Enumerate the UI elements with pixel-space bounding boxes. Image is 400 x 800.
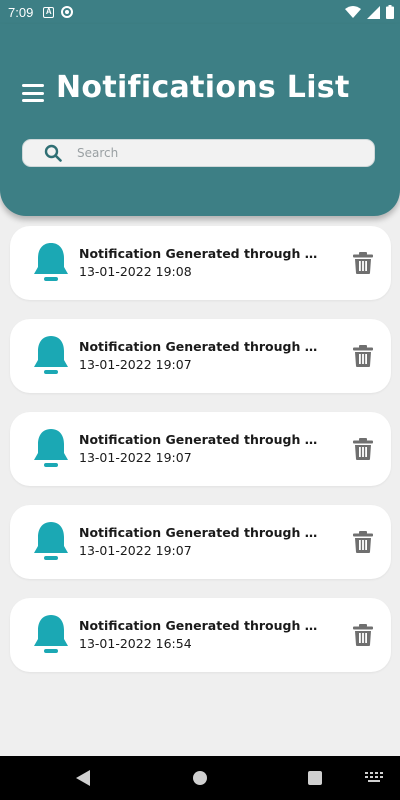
bell-icon — [34, 522, 68, 560]
search-input[interactable] — [77, 146, 347, 160]
bell-icon — [34, 429, 68, 467]
notification-card[interactable]: Notification Generated through Devic… 13… — [10, 505, 391, 579]
notification-time: 13-01-2022 19:07 — [79, 543, 192, 558]
notification-time: 13-01-2022 19:07 — [79, 357, 192, 372]
notification-title: Notification Generated through Devic… — [79, 246, 325, 261]
trash-icon[interactable] — [353, 345, 373, 367]
signal-icon — [367, 5, 380, 19]
wifi-icon — [345, 5, 361, 18]
search-icon — [43, 143, 63, 163]
notification-title: Notification Generated through Devic… — [79, 339, 325, 354]
menu-icon[interactable] — [22, 84, 44, 102]
keyboard-icon[interactable] — [365, 772, 383, 784]
notification-list: Notification Generated through Devic… 13… — [10, 226, 391, 691]
a-notification-icon: A — [43, 6, 55, 18]
bell-icon — [34, 243, 68, 281]
notification-card[interactable]: Notification Generated through Devic… 13… — [10, 412, 391, 486]
back-icon[interactable] — [76, 770, 90, 786]
page-title: Notifications List — [56, 70, 350, 105]
bell-icon — [34, 615, 68, 653]
trash-icon[interactable] — [353, 531, 373, 553]
search-bar[interactable] — [22, 139, 375, 167]
status-right-icons — [345, 5, 394, 19]
status-left-icons: A — [43, 6, 74, 18]
trash-icon[interactable] — [353, 252, 373, 274]
notification-time: 13-01-2022 19:08 — [79, 264, 192, 279]
notification-title: Notification Generated through Devic… — [79, 432, 325, 447]
home-icon[interactable] — [193, 771, 207, 785]
notification-title: Notification Generated through Devic… — [79, 525, 325, 540]
notification-card[interactable]: Notification Generated through Devic… 13… — [10, 319, 391, 393]
status-time: 7:09 — [8, 4, 34, 20]
navigation-bar — [0, 756, 400, 800]
battery-icon — [386, 5, 394, 19]
bell-icon — [34, 336, 68, 374]
notification-card[interactable]: Notification Generated through Devic… 13… — [10, 226, 391, 300]
notification-time: 13-01-2022 19:07 — [79, 450, 192, 465]
notification-card[interactable]: Notification Generated through Devic… 13… — [10, 598, 391, 672]
status-bar: 7:09 A — [0, 0, 400, 24]
trash-icon[interactable] — [353, 438, 373, 460]
recent-apps-icon[interactable] — [308, 771, 322, 785]
notification-time: 13-01-2022 16:54 — [79, 636, 192, 651]
sync-icon — [61, 6, 74, 18]
trash-icon[interactable] — [353, 624, 373, 646]
notification-title: Notification Generated through Devic… — [79, 618, 325, 633]
app-header: Notifications List — [0, 24, 400, 216]
